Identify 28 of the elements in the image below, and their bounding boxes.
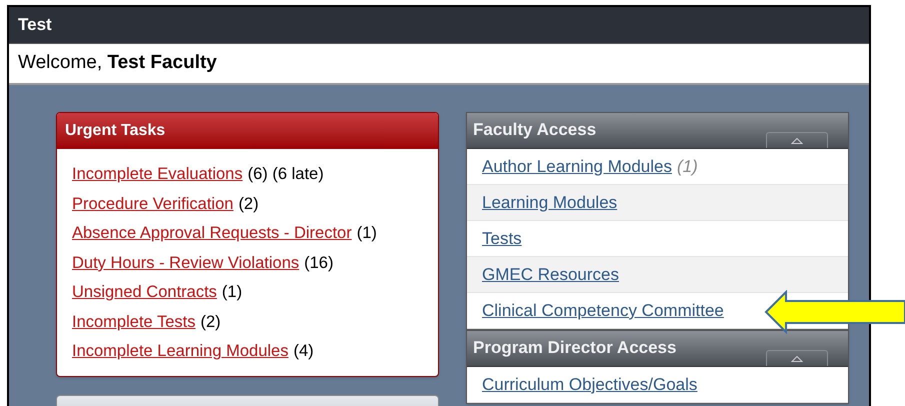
panel-title: Urgent Tasks bbox=[65, 121, 166, 141]
item-count: (1) bbox=[676, 156, 698, 178]
panel-title: Faculty Access bbox=[472, 119, 596, 141]
task-link[interactable]: Procedure Verification bbox=[72, 192, 234, 217]
task-link[interactable]: Incomplete Learning Modules bbox=[72, 339, 288, 364]
task-count: (4) bbox=[293, 341, 314, 362]
task-count: (6) (6 late) bbox=[248, 164, 324, 186]
triangle-up-icon bbox=[791, 138, 803, 144]
collapse-button[interactable] bbox=[766, 132, 828, 148]
collapse-button[interactable] bbox=[766, 350, 828, 366]
access-link[interactable]: Author Learning Modules bbox=[482, 154, 672, 180]
task-count: (1) bbox=[222, 282, 242, 304]
task-count: (2) bbox=[200, 312, 221, 333]
task-link[interactable]: Unsigned Contracts bbox=[72, 280, 217, 306]
access-link[interactable]: Tests bbox=[482, 226, 522, 252]
task-count: (16) bbox=[304, 252, 334, 274]
header-title: Test bbox=[18, 14, 52, 36]
task-link[interactable]: Duty Hours - Review Violations bbox=[72, 250, 300, 276]
task-count: (2) bbox=[238, 194, 259, 215]
task-count: (1) bbox=[356, 223, 377, 244]
task-link[interactable]: Absence Approval Requests - Director bbox=[72, 221, 352, 246]
access-link[interactable]: Curriculum Objectives/Goals bbox=[482, 372, 698, 398]
panel-title: Program Director Access bbox=[472, 337, 676, 359]
triangle-up-icon bbox=[791, 356, 803, 362]
task-link[interactable]: Incomplete Tests bbox=[72, 310, 196, 335]
access-link[interactable]: Clinical Competency Committee bbox=[482, 298, 724, 324]
task-link[interactable]: Incomplete Evaluations bbox=[72, 162, 243, 188]
welcome-text: Welcome, Test Faculty bbox=[18, 51, 217, 76]
